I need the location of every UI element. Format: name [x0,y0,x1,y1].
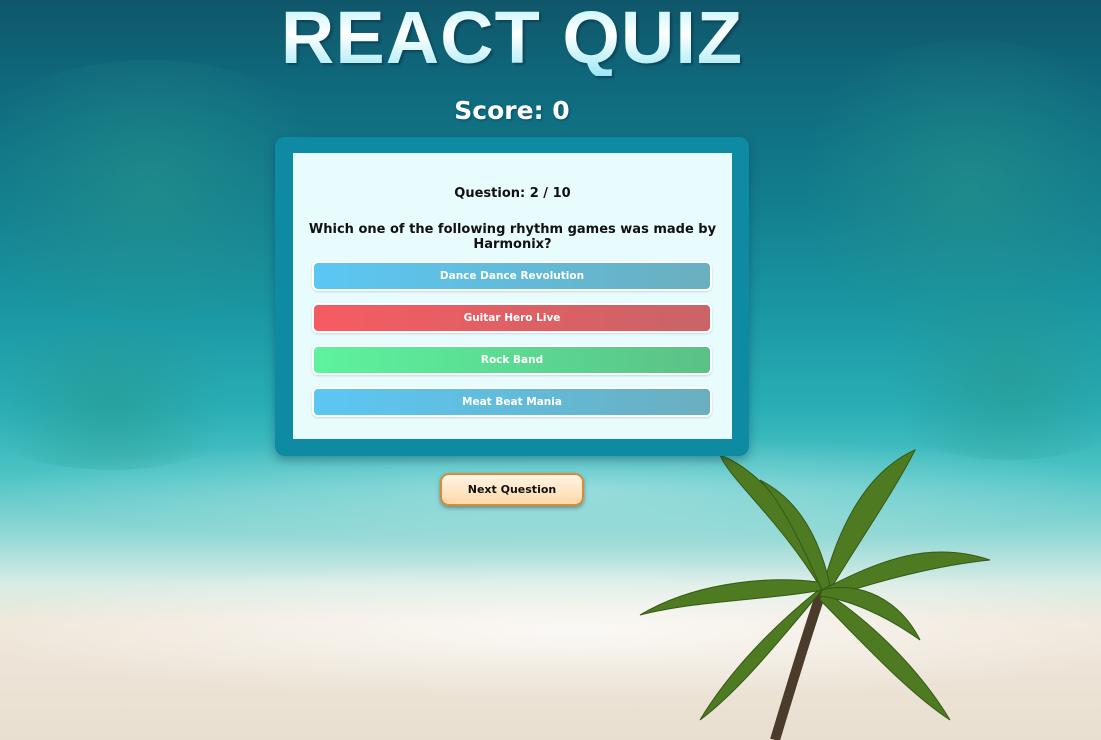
question-panel: Question: 2 / 10 Which one of the follow… [293,153,732,439]
question-counter: Question: 2 / 10 [454,186,571,201]
next-question-button[interactable]: Next Question [440,473,584,506]
next-question-label: Next Question [467,483,557,496]
answer-button[interactable]: Guitar Hero Live [312,303,712,333]
answer-button[interactable]: Dance Dance Revolution [312,261,712,291]
answer-button[interactable]: Rock Band [312,345,712,375]
question-text: Which one of the following rhythm games … [308,222,717,252]
answer-label: Rock Band [480,354,544,366]
answer-label: Dance Dance Revolution [439,270,585,282]
answer-label: Guitar Hero Live [463,312,561,324]
score-display: Score: 0 [454,96,570,125]
answer-label: Meat Beat Mania [462,396,562,408]
answer-button[interactable]: Meat Beat Mania [312,387,712,417]
app-title: REACT QUIZ [0,0,1024,76]
quiz-card: Question: 2 / 10 Which one of the follow… [275,137,749,456]
